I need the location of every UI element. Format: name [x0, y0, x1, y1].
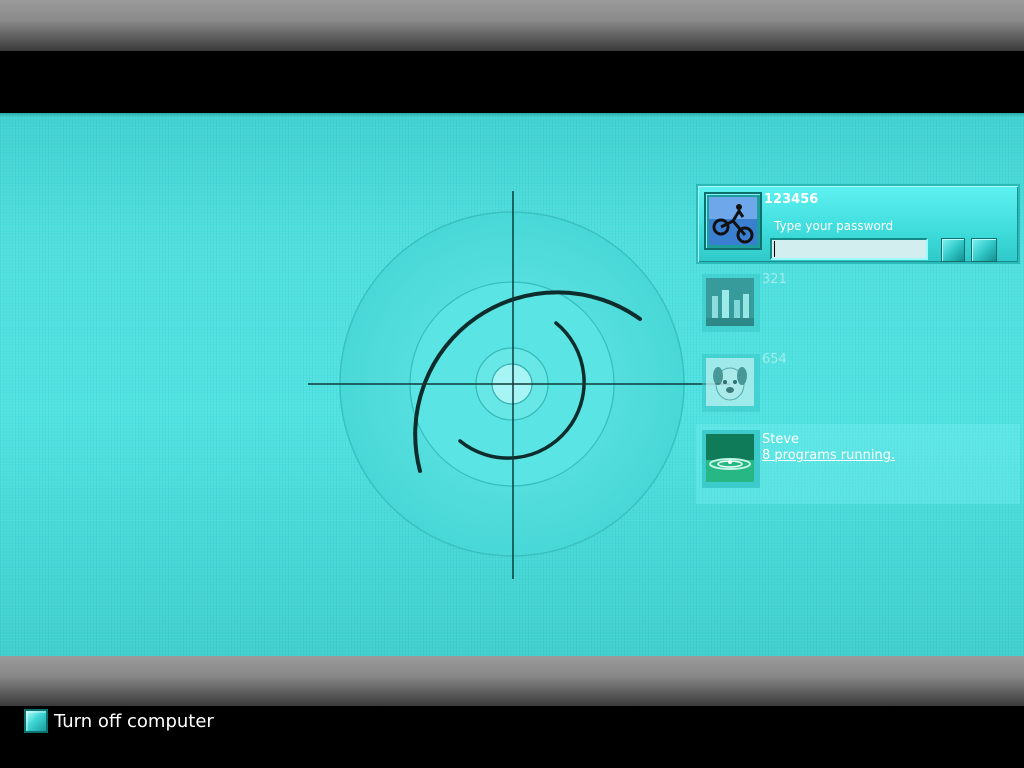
login-screen: 123456 Type your password 321 654 Steve … — [0, 0, 1024, 768]
user-tile-321[interactable]: 321 — [696, 268, 1020, 348]
user-tile-steve[interactable]: Steve 8 programs running. — [696, 424, 1020, 504]
programs-running-link[interactable]: 8 programs running. — [762, 448, 895, 463]
selected-user-name: 123456 — [764, 192, 819, 207]
text-caret — [774, 241, 775, 257]
login-arrow-button[interactable] — [941, 238, 965, 262]
user-name: 654 — [762, 352, 787, 367]
user-name: Steve — [762, 432, 800, 447]
top-bevel — [0, 0, 1024, 51]
power-icon — [24, 709, 48, 733]
user-tile-selected[interactable]: 123456 Type your password — [696, 184, 1020, 264]
user-avatar[interactable] — [702, 274, 760, 332]
turn-off-label: Turn off computer — [54, 710, 214, 732]
user-avatar[interactable] — [702, 430, 760, 488]
password-hint: Type your password — [774, 219, 894, 233]
user-avatar[interactable] — [702, 354, 760, 412]
bottom-bevel — [0, 656, 1024, 706]
turn-off-computer-button[interactable]: Turn off computer — [24, 708, 214, 734]
dog-icon — [706, 358, 756, 408]
target-logo — [308, 191, 730, 579]
chess-pieces-icon — [706, 278, 756, 328]
user-name: 321 — [762, 272, 787, 287]
water-drop-icon — [706, 434, 756, 484]
password-field[interactable] — [770, 238, 928, 260]
login-main-area: 123456 Type your password 321 654 Steve … — [0, 113, 1024, 656]
motocross-bike-icon — [709, 197, 757, 245]
top-band — [0, 51, 1024, 113]
user-avatar[interactable] — [704, 192, 762, 250]
user-tile-654[interactable]: 654 — [696, 348, 1020, 428]
password-hint-button[interactable] — [971, 238, 997, 262]
